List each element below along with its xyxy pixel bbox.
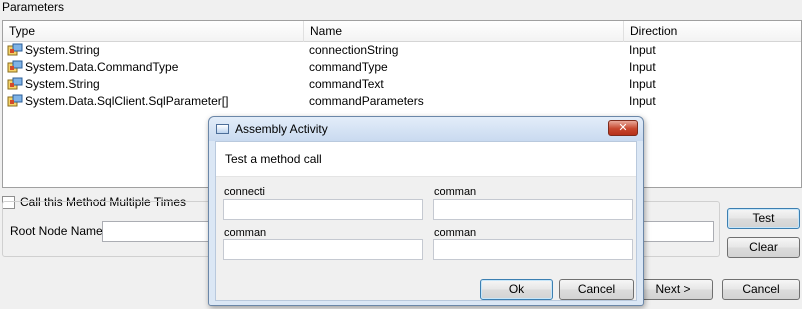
parameters-list-header: Type Name Direction (3, 21, 801, 42)
assembly-activity-dialog: Assembly Activity ✕ Test a method call c… (208, 116, 644, 306)
row-direction: Input (629, 94, 656, 108)
row-direction: Input (629, 77, 656, 91)
row-name: connectionString (309, 43, 399, 57)
row-name: commandType (309, 60, 388, 74)
parameters-section-label: Parameters (2, 0, 65, 14)
row-name: commandText (309, 77, 384, 91)
row-type: System.String (25, 77, 100, 91)
main-cancel-button[interactable]: Cancel (722, 279, 800, 300)
column-header-name[interactable]: Name (303, 21, 623, 42)
dialog-titlebar[interactable]: Assembly Activity ✕ (209, 117, 643, 141)
row-direction: Input (629, 60, 656, 74)
dialog-header: Test a method call (216, 142, 636, 177)
table-row[interactable]: System.String commandText Input (3, 76, 801, 93)
parameter-type-icon (7, 60, 23, 73)
row-direction: Input (629, 43, 656, 57)
param-input-1[interactable] (223, 199, 423, 220)
root-node-label: Root Node Name: (10, 224, 107, 238)
param-label-3: comman (224, 227, 267, 239)
parameter-type-icon (7, 43, 23, 56)
param-input-2[interactable] (433, 199, 633, 220)
table-row[interactable]: System.Data.SqlClient.SqlParameter[] com… (3, 93, 801, 110)
dialog-cancel-button[interactable]: Cancel (559, 279, 634, 300)
clear-button[interactable]: Clear (727, 237, 800, 258)
table-row[interactable]: System.Data.CommandType commandType Inpu… (3, 59, 801, 76)
param-input-3[interactable] (223, 239, 423, 260)
param-label-2: comman (434, 186, 477, 198)
row-type: System.String (25, 43, 100, 57)
column-header-direction[interactable]: Direction (623, 21, 802, 42)
dialog-title: Assembly Activity (235, 122, 328, 136)
row-type: System.Data.CommandType (25, 60, 179, 74)
close-icon[interactable]: ✕ (608, 120, 638, 136)
row-type: System.Data.SqlClient.SqlParameter[] (25, 94, 229, 108)
test-button[interactable]: Test (727, 208, 800, 229)
next-button[interactable]: Next > (633, 279, 713, 300)
row-name: commandParameters (309, 94, 424, 108)
ok-button[interactable]: Ok (480, 279, 553, 300)
parameter-type-icon (7, 77, 23, 90)
table-row[interactable]: System.String connectionString Input (3, 42, 801, 59)
param-label-1: connecti (224, 186, 265, 198)
param-label-4: comman (434, 227, 477, 239)
column-header-type[interactable]: Type (3, 21, 303, 42)
window-icon (216, 124, 229, 134)
parameter-type-icon (7, 94, 23, 107)
dialog-subtitle: Test a method call (225, 152, 322, 166)
dialog-body: Test a method call connecti comman comma… (215, 141, 637, 301)
param-input-4[interactable] (433, 239, 633, 260)
